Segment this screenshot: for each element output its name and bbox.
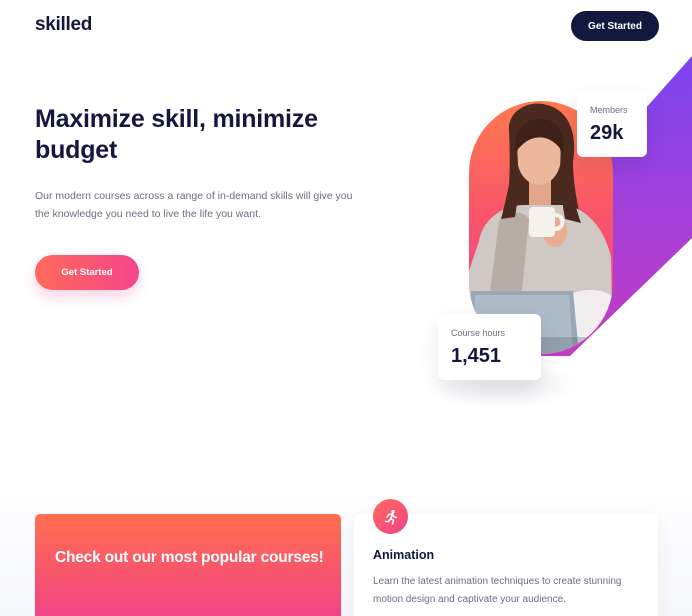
running-person-icon (373, 499, 408, 534)
members-stat-value: 29k (590, 122, 624, 144)
members-stat-label: Members (590, 105, 628, 115)
popular-courses-promo-text: Check out our most popular courses! (55, 549, 324, 566)
landing-page: skilled Get Started Maximize skill, mini… (0, 0, 692, 616)
members-stat-card: Members 29k (577, 91, 647, 157)
popular-courses-promo-card: Check out our most popular courses! (35, 514, 341, 616)
course-hours-stat-label: Course hours (451, 328, 506, 338)
header-get-started-button[interactable]: Get Started (571, 11, 659, 41)
course-description: Learn the latest animation techniques to… (373, 576, 622, 605)
course-hours-stat-card: Course hours 1,451 (438, 314, 541, 380)
running-person-glyph (384, 509, 397, 525)
course-title: Animation (373, 548, 435, 562)
hero-description: Our modern courses across a range of in-… (35, 190, 353, 220)
hero-get-started-button[interactable]: Get Started (35, 255, 139, 290)
logo[interactable]: skilled (35, 14, 92, 36)
course-hours-stat-value: 1,451 (451, 345, 502, 367)
hero-title: Maximize skill, minimize budget (35, 105, 318, 164)
